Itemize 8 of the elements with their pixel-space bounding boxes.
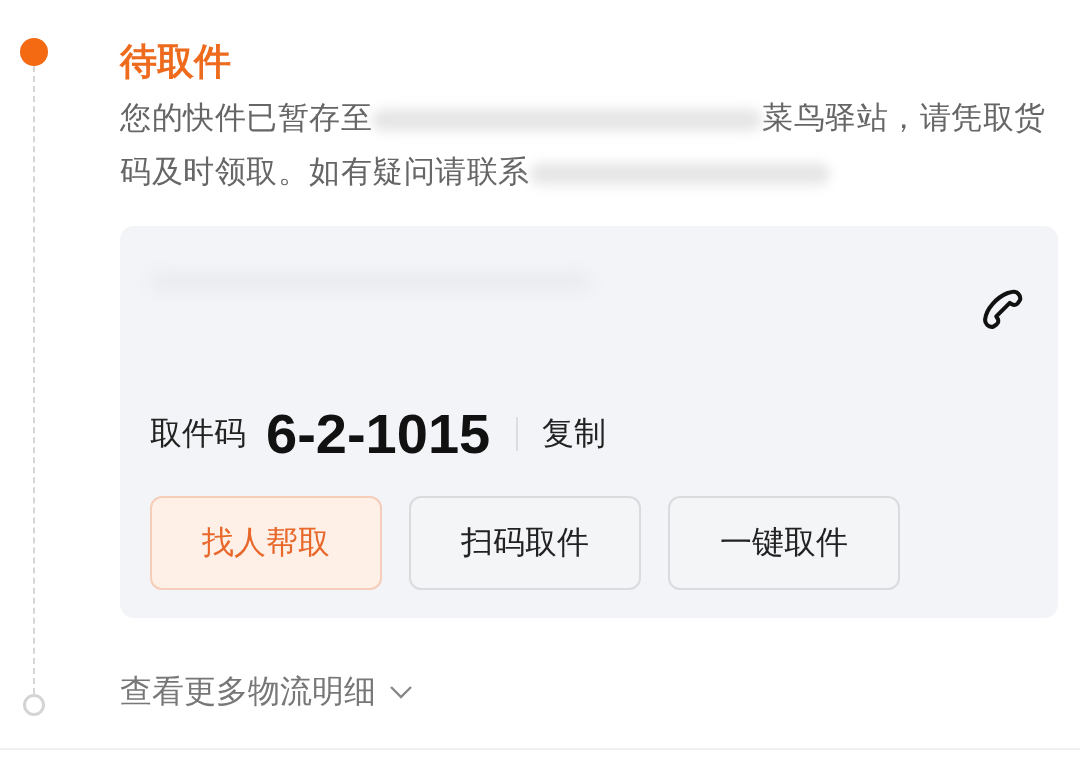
action-button[interactable]: 扫码取件 <box>409 496 641 590</box>
pickup-code-label: 取件码 <box>150 412 246 454</box>
more-details-link[interactable]: 查看更多物流明细 <box>120 670 1058 714</box>
action-button[interactable]: 一键取件 <box>668 496 900 590</box>
status-message: 您的快件已暂存至 菜鸟驿站，请凭取货码及时领取。如有疑问请联系 <box>120 98 1047 191</box>
copy-link[interactable]: 复制 <box>542 411 607 456</box>
status-title: 待取件 <box>120 39 232 85</box>
pickup-code: 6-2-1015 <box>266 401 491 466</box>
